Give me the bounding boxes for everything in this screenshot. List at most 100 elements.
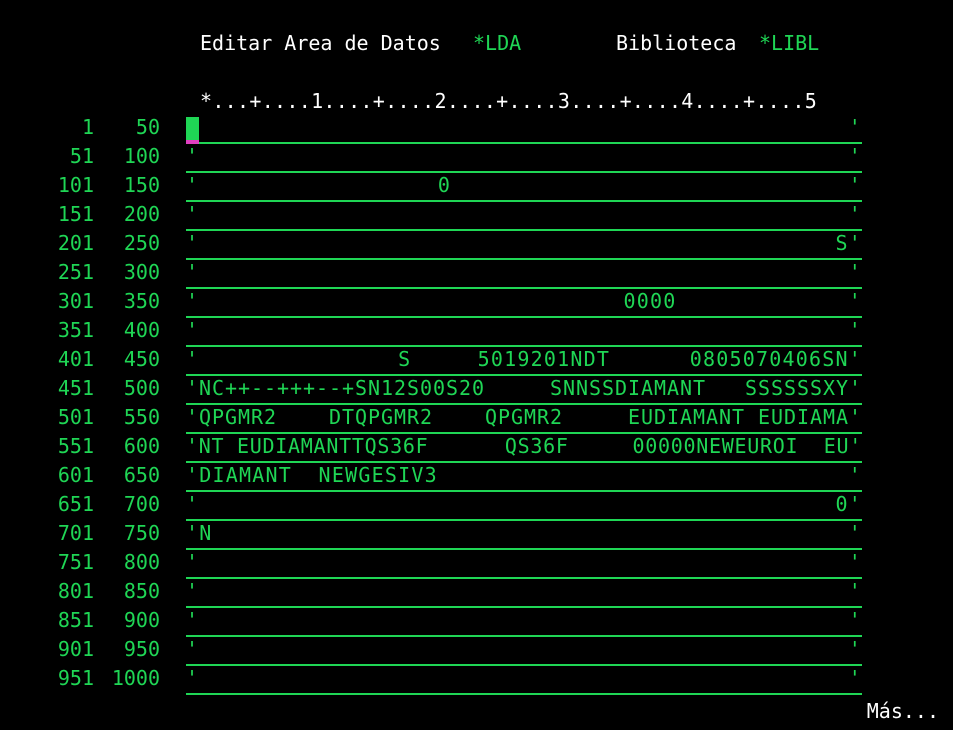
data-input-field[interactable]: ' ' — [186, 666, 862, 695]
row-position-label: 651 700 — [0, 492, 160, 521]
row-start-offset: 451 — [57, 376, 94, 400]
row-start-offset: 701 — [57, 521, 94, 545]
row-position-label: 751 800 — [0, 550, 160, 579]
library-label: Biblioteca — [616, 31, 737, 55]
data-input-field[interactable]: ' ' — [186, 260, 862, 289]
data-input-field[interactable]: 'DIAMANT NEWGESIV3 ' — [186, 463, 862, 492]
row-position-label: 901 950 — [0, 637, 160, 666]
row-position-label: 451 500 — [0, 376, 160, 405]
row-end-offset: 200 — [123, 202, 160, 226]
field-value: ' ' — [186, 260, 863, 284]
field-value: ' S 5019201NDT 0805070406SN' — [186, 347, 863, 371]
data-input-field[interactable]: ' 0000 ' — [186, 289, 862, 318]
field-value: 'NT EUDIAMANTTQS36F QS36F 00000NEWEUROI … — [186, 434, 863, 458]
row-end-offset: 50 — [135, 115, 160, 139]
row-position-label: 401 450 — [0, 347, 160, 376]
row-start-offset: 551 — [57, 434, 94, 458]
data-input-field[interactable]: ' ' — [186, 579, 862, 608]
data-input-field[interactable]: ' 0' — [186, 492, 862, 521]
row-end-offset: 950 — [123, 637, 160, 661]
row-end-offset: 900 — [123, 608, 160, 632]
row-end-offset: 750 — [123, 521, 160, 545]
row-position-label: 351 400 — [0, 318, 160, 347]
row-end-offset: 650 — [123, 463, 160, 487]
row-end-offset: 850 — [123, 579, 160, 603]
row-start-offset: 601 — [57, 463, 94, 487]
data-input-field[interactable]: 'N ' — [186, 521, 862, 550]
field-value: 'DIAMANT NEWGESIV3 ' — [186, 463, 863, 487]
row-start-offset: 951 — [57, 666, 94, 690]
data-input-field[interactable]: ' S 5019201NDT 0805070406SN' — [186, 347, 862, 376]
row-start-offset: 1 — [81, 115, 94, 139]
row-start-offset: 851 — [57, 608, 94, 632]
row-position-label: 551 600 — [0, 434, 160, 463]
data-input-field[interactable]: 'NC++--+++--+SN12S00S20 SNNSSDIAMANT SSS… — [186, 376, 862, 405]
row-start-offset: 501 — [57, 405, 94, 429]
row-end-offset: 450 — [123, 347, 160, 371]
field-value: ' ' — [186, 115, 863, 139]
column-ruler: *...+....1....+....2....+....3....+....4… — [200, 89, 818, 113]
row-start-offset: 351 — [57, 318, 94, 342]
row-end-offset: 100 — [123, 144, 160, 168]
row-end-offset: 300 — [123, 260, 160, 284]
data-input-field[interactable]: ' ' — [186, 550, 862, 579]
data-input-field[interactable]: ' ' — [186, 318, 862, 347]
row-end-offset: 250 — [123, 231, 160, 255]
row-end-offset: 1000 — [111, 666, 160, 690]
data-area-name: *LDA — [473, 31, 522, 55]
field-value: ' ' — [186, 144, 863, 168]
row-position-label: 101 150 — [0, 173, 160, 202]
row-start-offset: 201 — [57, 231, 94, 255]
field-value: ' ' — [186, 637, 863, 661]
row-start-offset: 651 — [57, 492, 94, 516]
row-end-offset: 400 — [123, 318, 160, 342]
data-input-field[interactable]: ' ' — [186, 637, 862, 666]
cursor-underline — [186, 140, 199, 144]
row-end-offset: 550 — [123, 405, 160, 429]
row-start-offset: 301 — [57, 289, 94, 313]
row-position-label: 1 50 — [0, 115, 160, 144]
row-start-offset: 801 — [57, 579, 94, 603]
field-value: 'NC++--+++--+SN12S00S20 SNNSSDIAMANT SSS… — [186, 376, 863, 400]
row-start-offset: 101 — [57, 173, 94, 197]
row-start-offset: 751 — [57, 550, 94, 574]
field-value: ' ' — [186, 202, 863, 226]
field-value: ' 0000 ' — [186, 289, 863, 313]
field-value: 'N ' — [186, 521, 863, 545]
row-start-offset: 151 — [57, 202, 94, 226]
row-position-label: 801 850 — [0, 579, 160, 608]
edit-area-label: Editar Area de Datos — [200, 31, 441, 55]
row-position-label: 51 100 — [0, 144, 160, 173]
field-value: ' ' — [186, 550, 863, 574]
row-end-offset: 800 — [123, 550, 160, 574]
data-input-field[interactable]: ' ' — [186, 608, 862, 637]
field-value: ' ' — [186, 318, 863, 342]
data-input-field[interactable]: ' S' — [186, 231, 862, 260]
data-input-field[interactable]: ' ' — [186, 115, 862, 144]
row-end-offset: 600 — [123, 434, 160, 458]
row-position-label: 951 1000 — [0, 666, 160, 695]
data-input-field[interactable]: ' ' — [186, 144, 862, 173]
row-end-offset: 700 — [123, 492, 160, 516]
row-position-label: 151 200 — [0, 202, 160, 231]
row-position-label: 851 900 — [0, 608, 160, 637]
field-value: ' 0' — [186, 492, 863, 516]
row-end-offset: 150 — [123, 173, 160, 197]
field-value: 'QPGMR2 DTQPGMR2 QPGMR2 EUDIAMANT EUDIAM… — [186, 405, 863, 429]
row-position-label: 601 650 — [0, 463, 160, 492]
row-position-label: 251 300 — [0, 260, 160, 289]
row-position-label: 301 350 — [0, 289, 160, 318]
data-input-field[interactable]: 'NT EUDIAMANTTQS36F QS36F 00000NEWEUROI … — [186, 434, 862, 463]
row-end-offset: 350 — [123, 289, 160, 313]
row-start-offset: 901 — [57, 637, 94, 661]
field-value: ' S' — [186, 231, 863, 255]
data-input-field[interactable]: ' 0 ' — [186, 173, 862, 202]
row-position-label: 501 550 — [0, 405, 160, 434]
data-input-field[interactable]: 'QPGMR2 DTQPGMR2 QPGMR2 EUDIAMANT EUDIAM… — [186, 405, 862, 434]
field-value: ' ' — [186, 608, 863, 632]
row-position-label: 701 750 — [0, 521, 160, 550]
field-value: ' ' — [186, 666, 863, 690]
field-value: ' ' — [186, 579, 863, 603]
data-input-field[interactable]: ' ' — [186, 202, 862, 231]
field-underline — [186, 693, 862, 695]
